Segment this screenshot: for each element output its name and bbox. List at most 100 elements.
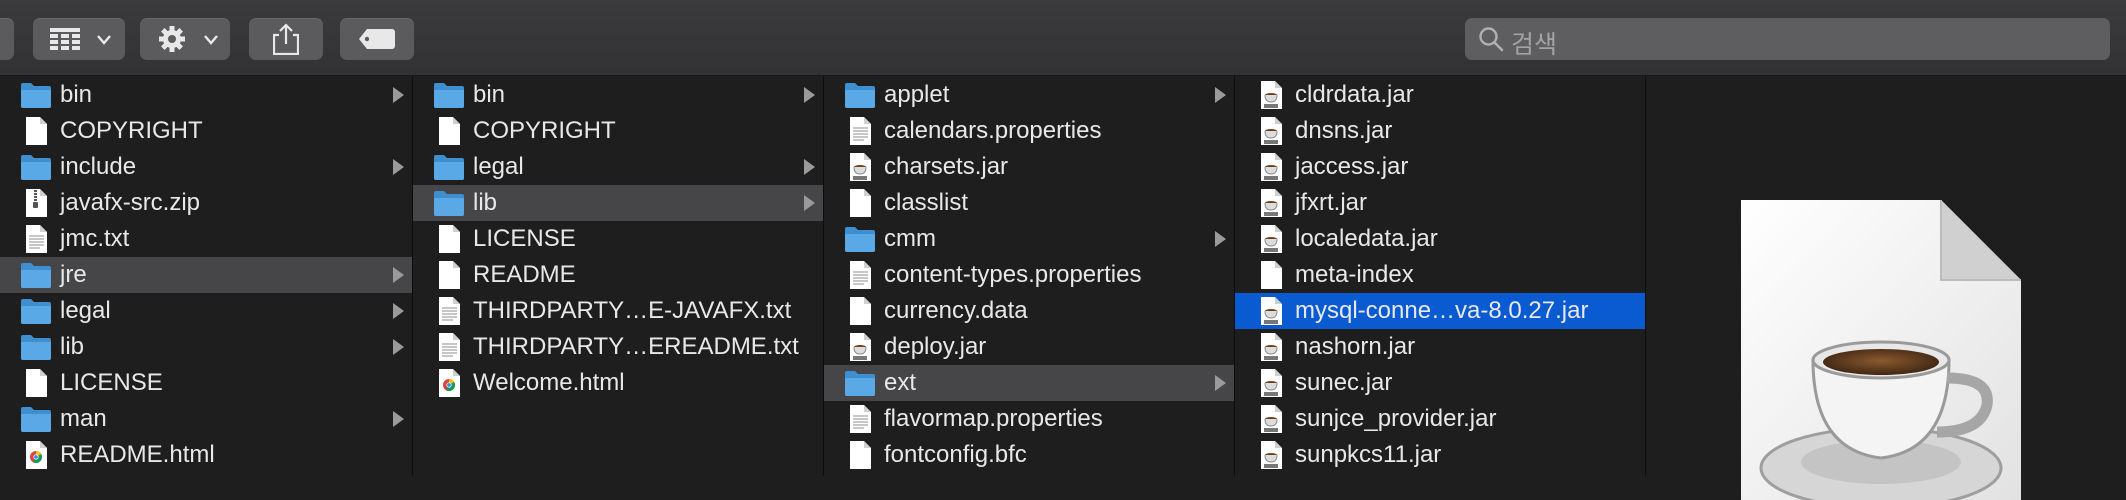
item-name: README xyxy=(473,261,576,288)
back-forward-button[interactable] xyxy=(0,18,14,60)
list-item[interactable]: lib xyxy=(413,185,823,221)
item-name: jmc.txt xyxy=(60,225,130,252)
item-name: COPYRIGHT xyxy=(60,117,203,144)
list-item[interactable]: flavormap.properties xyxy=(824,401,1234,437)
jar-file-icon xyxy=(1261,117,1282,145)
list-item[interactable]: deploy.jar xyxy=(824,329,1234,365)
jar-file-icon xyxy=(1261,297,1282,325)
column-2[interactable]: bin COPYRIGHT legal lib LICENSE README THIRDPA… xyxy=(413,76,824,476)
list-item[interactable]: jmc.txt xyxy=(0,221,412,257)
list-item[interactable]: bin xyxy=(413,77,823,113)
item-name: README.html xyxy=(60,441,215,468)
list-item[interactable]: meta-index xyxy=(1235,257,1645,293)
jar-file-icon xyxy=(1261,441,1282,469)
zip-archive-icon xyxy=(26,189,47,217)
document-icon xyxy=(1261,261,1282,289)
list-item[interactable]: jaccess.jar xyxy=(1235,149,1645,185)
folder-icon xyxy=(434,155,464,180)
share-icon xyxy=(273,23,299,55)
item-name: THIRDPARTY…E-JAVAFX.txt xyxy=(473,297,792,324)
list-item[interactable]: lib xyxy=(0,329,412,365)
html-document-icon xyxy=(26,441,47,469)
chevron-down-icon xyxy=(204,35,218,45)
disclosure-chevron-icon xyxy=(804,159,815,175)
column-1[interactable]: bin COPYRIGHT include javafx-src.zip jmc.txt… xyxy=(0,76,413,476)
item-name: jaccess.jar xyxy=(1295,153,1409,180)
search-field[interactable]: 검색 xyxy=(1465,18,2110,60)
column-3[interactable]: applet calendars.properties charsets.jar cl… xyxy=(824,76,1235,476)
item-name: classlist xyxy=(884,189,969,216)
gear-icon xyxy=(159,26,185,52)
list-item[interactable]: jre xyxy=(0,257,412,293)
item-name: content-types.properties xyxy=(884,261,1142,288)
text-document-icon xyxy=(439,297,460,325)
column-4[interactable]: cldrdata.jar dnsns.jar jaccess.jar jfxrt.ja… xyxy=(1235,76,1646,476)
item-name: charsets.jar xyxy=(884,153,1009,180)
edit-tags-button[interactable] xyxy=(340,18,414,60)
list-item[interactable]: content-types.properties xyxy=(824,257,1234,293)
item-name: sunjce_provider.jar xyxy=(1295,405,1497,432)
share-button[interactable] xyxy=(249,18,323,60)
list-item[interactable]: README.html xyxy=(0,437,412,473)
java-jar-document-icon xyxy=(1741,200,2021,500)
list-item[interactable]: COPYRIGHT xyxy=(0,113,412,149)
list-item[interactable]: bin xyxy=(0,77,412,113)
list-item[interactable]: calendars.properties xyxy=(824,113,1234,149)
item-name: fontconfig.bfc xyxy=(884,441,1027,468)
list-item[interactable]: legal xyxy=(413,149,823,185)
list-item[interactable]: THIRDPARTY…EREADME.txt xyxy=(413,329,823,365)
jar-file-icon xyxy=(850,153,871,181)
list-item[interactable]: cldrdata.jar xyxy=(1235,77,1645,113)
disclosure-chevron-icon xyxy=(393,303,404,319)
document-icon xyxy=(850,297,871,325)
column-browser: bin COPYRIGHT include javafx-src.zip jmc.txt… xyxy=(0,76,2126,500)
item-name: dnsns.jar xyxy=(1295,117,1393,144)
list-item[interactable]: classlist xyxy=(824,185,1234,221)
item-name: COPYRIGHT xyxy=(473,117,616,144)
finder-toolbar: 검색 xyxy=(0,0,2126,76)
action-menu-button[interactable] xyxy=(140,18,230,60)
list-item[interactable]: charsets.jar xyxy=(824,149,1234,185)
list-item[interactable]: sunec.jar xyxy=(1235,365,1645,401)
jar-file-icon xyxy=(1261,333,1282,361)
document-icon xyxy=(439,225,460,253)
jar-file-icon xyxy=(1261,153,1282,181)
jar-file-icon xyxy=(1261,369,1282,397)
list-item[interactable]: applet xyxy=(824,77,1234,113)
list-item[interactable]: nashorn.jar xyxy=(1235,329,1645,365)
list-item[interactable]: fontconfig.bfc xyxy=(824,437,1234,473)
folder-icon xyxy=(845,83,875,108)
list-item[interactable]: sunpkcs11.jar xyxy=(1235,437,1645,473)
item-name: legal xyxy=(473,153,524,180)
item-name: include xyxy=(60,153,137,180)
item-name: jfxrt.jar xyxy=(1295,189,1367,216)
list-item[interactable]: localedata.jar xyxy=(1235,221,1645,257)
folder-icon xyxy=(21,335,51,360)
list-item[interactable]: man xyxy=(0,401,412,437)
list-item[interactable]: cmm xyxy=(824,221,1234,257)
list-item[interactable]: Welcome.html xyxy=(413,365,823,401)
list-item[interactable]: mysql-conne…va-8.0.27.jar xyxy=(1235,293,1645,329)
document-icon xyxy=(26,117,47,145)
disclosure-chevron-icon xyxy=(393,267,404,283)
list-item[interactable]: ext xyxy=(824,365,1234,401)
list-item[interactable]: javafx-src.zip xyxy=(0,185,412,221)
list-item[interactable]: sunjce_provider.jar xyxy=(1235,401,1645,437)
list-item[interactable]: currency.data xyxy=(824,293,1234,329)
list-item[interactable]: COPYRIGHT xyxy=(413,113,823,149)
item-name: javafx-src.zip xyxy=(60,189,201,216)
jar-file-icon xyxy=(850,333,871,361)
item-name: ext xyxy=(884,369,917,396)
list-item[interactable]: legal xyxy=(0,293,412,329)
list-item[interactable]: dnsns.jar xyxy=(1235,113,1645,149)
list-item[interactable]: include xyxy=(0,149,412,185)
item-name: deploy.jar xyxy=(884,333,987,360)
list-item[interactable]: THIRDPARTY…E-JAVAFX.txt xyxy=(413,293,823,329)
list-item[interactable]: LICENSE xyxy=(413,221,823,257)
text-document-icon xyxy=(439,333,460,361)
list-item[interactable]: README xyxy=(413,257,823,293)
list-item[interactable]: jfxrt.jar xyxy=(1235,185,1645,221)
view-options-button[interactable] xyxy=(33,18,125,60)
html-document-icon xyxy=(439,369,460,397)
list-item[interactable]: LICENSE xyxy=(0,365,412,401)
